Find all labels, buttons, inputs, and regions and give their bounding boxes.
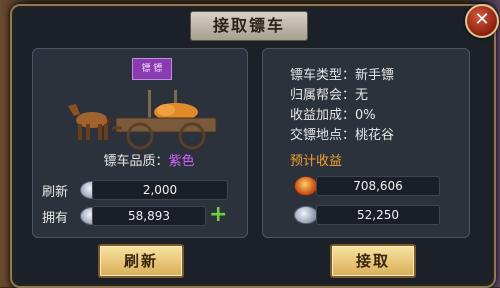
reward-silver-value: 52,250 xyxy=(316,205,440,225)
quality-label: 镖车品质： xyxy=(103,154,169,169)
bonus-rate: 收益加成：0% xyxy=(290,108,376,123)
owned-value: 58,893 xyxy=(92,206,206,226)
cart-quality: 镖车品质：紫色 xyxy=(64,150,234,169)
accept-button[interactable]: 接取 xyxy=(330,244,416,278)
refresh-cost-value: 2,000 xyxy=(92,180,228,200)
refresh-button[interactable]: 刷新 xyxy=(98,244,184,278)
owned-label: 拥有 xyxy=(42,211,69,226)
cart-flag: 镖 镖 xyxy=(132,58,172,80)
reward-gold-value: 708,606 xyxy=(316,176,440,196)
horse-icon xyxy=(68,104,112,140)
guild-affiliation: 归属帮会：无 xyxy=(290,88,369,103)
quality-value: 紫色 xyxy=(168,154,195,169)
silver-coin-icon xyxy=(294,206,318,224)
close-button[interactable]: ✕ xyxy=(465,4,499,38)
add-silver-button[interactable]: + xyxy=(209,204,227,226)
expected-reward-label: 预计收益 xyxy=(290,154,343,169)
close-icon: ✕ xyxy=(474,9,490,30)
gold-ingot-icon xyxy=(294,176,318,196)
dialog-title: 接取镖车 xyxy=(190,11,308,41)
delivery-location: 交镖地点：桃花谷 xyxy=(290,128,395,143)
escort-cart-icon xyxy=(112,90,217,150)
cart-type: 镖车类型：新手镖 xyxy=(290,68,395,83)
refresh-cost-label: 刷新 xyxy=(42,185,69,200)
